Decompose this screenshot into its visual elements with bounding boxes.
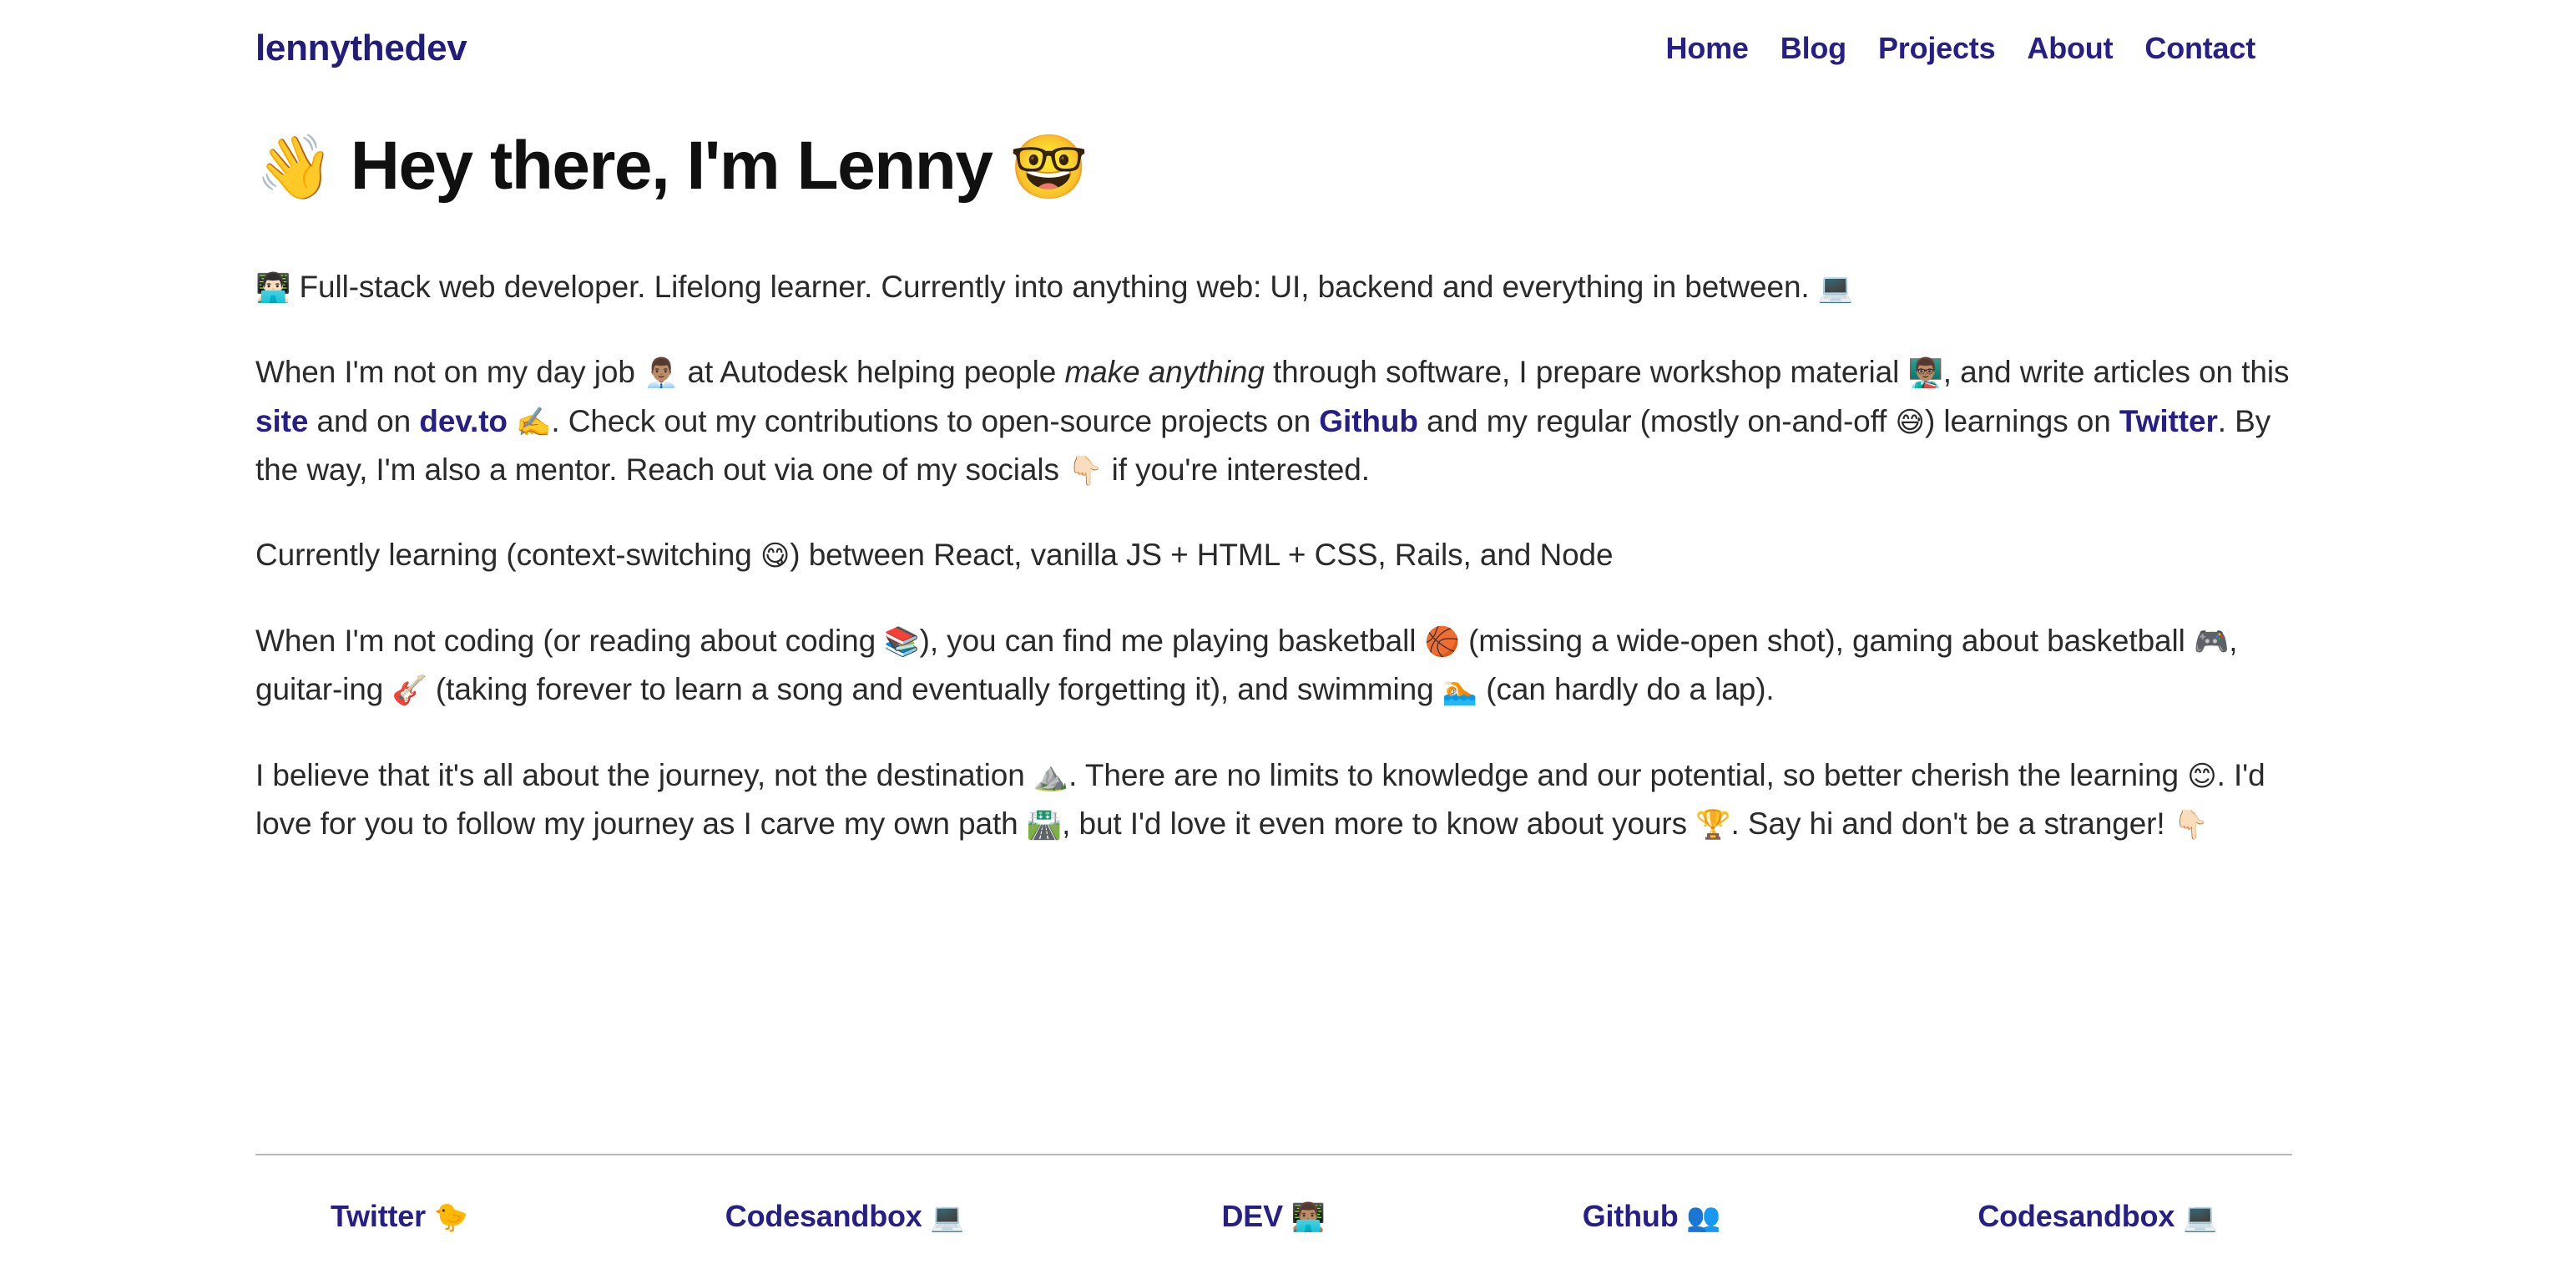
- paragraph-journey: I believe that it's all about the journe…: [255, 751, 2292, 849]
- intro-section: 👨🏻‍💻 Full-stack web developer. Lifelong …: [255, 263, 2292, 849]
- nav-link-about[interactable]: About: [2027, 31, 2113, 66]
- point-down-icon-2: 👇🏻: [2173, 808, 2210, 842]
- paragraph-intro-text: Full-stack web developer. Lifelong learn…: [299, 269, 1810, 304]
- waving-hand-icon: 👋: [255, 129, 334, 204]
- footer-link-twitter[interactable]: Twitter 🐤: [331, 1199, 468, 1234]
- p5-text-5: . Say hi and don't be a stranger!: [1730, 806, 2165, 842]
- p2-text-2: at Autodesk helping people: [687, 355, 1057, 390]
- footer-link-dev-label: DEV: [1221, 1199, 1283, 1233]
- smiling-face-icon: 😊: [2187, 759, 2217, 793]
- point-down-icon: 👇🏻: [1068, 453, 1104, 488]
- footer-link-codesandbox-2-label: Codesandbox: [1977, 1199, 2175, 1233]
- inline-link-site[interactable]: site: [255, 404, 308, 438]
- paragraph-learning: Currently learning (context-switching 😋)…: [255, 531, 2292, 579]
- p4-text-5: (taking forever to learn a song and even…: [435, 672, 1434, 707]
- trophy-icon: 🏆: [1695, 808, 1731, 842]
- p2-text-6: . Check out my contributions to open-sou…: [551, 403, 1311, 438]
- man-technologist-icon: 👨🏻‍💻: [255, 270, 291, 305]
- main-content: 👋 Hey there, I'm Lenny 🤓 👨🏻‍💻 Full-stack…: [0, 128, 2576, 849]
- p5-text-1: I believe that it's all about the journe…: [255, 757, 1025, 792]
- sweat-smile-icon: 😅: [1895, 405, 1925, 439]
- footer-link-twitter-label: Twitter: [331, 1199, 426, 1233]
- main-navigation: Home Blog Projects About Contact: [1666, 31, 2256, 66]
- footer-link-github[interactable]: Github 👥: [1583, 1199, 1721, 1234]
- mountain-icon: ⛰️: [1033, 759, 1069, 793]
- p2-text-8: ) learnings on: [1924, 403, 2111, 438]
- laptop-icon-2: 💻: [2182, 1201, 2217, 1233]
- nav-link-home[interactable]: Home: [1666, 31, 1749, 66]
- nav-link-contact[interactable]: Contact: [2144, 31, 2255, 66]
- baby-chick-icon: 🐤: [433, 1201, 468, 1233]
- footer-link-codesandbox-2[interactable]: Codesandbox 💻: [1977, 1199, 2217, 1234]
- p2-text-7: and my regular (mostly on-and-off: [1427, 403, 1887, 438]
- site-footer: Twitter 🐤 Codesandbox 💻 DEV 👨🏽‍💻 Github …: [0, 1154, 2576, 1279]
- video-game-icon: 🎮: [2193, 624, 2230, 659]
- savoring-face-icon: 😋: [760, 539, 790, 574]
- p5-text-4: , but I'd love it even more to know abou…: [1062, 806, 1688, 842]
- office-worker-icon: 👨🏽‍💼: [644, 356, 679, 391]
- page-title-text: Hey there, I'm Lenny: [350, 127, 993, 204]
- busts-in-silhouette-icon: 👥: [1686, 1201, 1721, 1233]
- paragraph-work: When I'm not on my day job 👨🏽‍💼 at Autod…: [255, 348, 2292, 494]
- footer-link-list: Twitter 🐤 Codesandbox 💻 DEV 👨🏽‍💻 Github …: [255, 1155, 2292, 1279]
- motorway-icon: 🛣️: [1026, 808, 1063, 842]
- paragraph-intro: 👨🏻‍💻 Full-stack web developer. Lifelong …: [255, 263, 2292, 311]
- p3-text-1: Currently learning (context-switching: [255, 538, 752, 573]
- teacher-icon: 👨🏽‍🏫: [1907, 356, 1943, 391]
- laptop-icon: 💻: [1817, 270, 1854, 305]
- p2-emphasis-make-anything: make anything: [1064, 355, 1265, 390]
- page-title: 👋 Hey there, I'm Lenny 🤓: [255, 128, 2292, 205]
- inline-link-twitter[interactable]: Twitter: [2119, 404, 2218, 438]
- inline-link-github[interactable]: Github: [1319, 404, 1418, 438]
- p2-text-5: and on: [316, 403, 412, 438]
- nerd-face-icon: 🤓: [1009, 129, 1088, 204]
- swimmer-icon: 🏊🏻: [1442, 674, 1478, 708]
- inline-link-devto[interactable]: dev.to: [419, 404, 508, 438]
- books-icon: 📚: [884, 624, 920, 659]
- writing-hand-icon: ✍️: [516, 405, 552, 439]
- site-brand-logo[interactable]: lennythedev: [255, 27, 467, 71]
- p4-text-6: (can hardly do a lap).: [1486, 672, 1775, 707]
- footer-link-dev[interactable]: DEV 👨🏽‍💻: [1221, 1199, 1325, 1234]
- paragraph-hobbies: When I'm not coding (or reading about co…: [255, 617, 2292, 715]
- footer-link-codesandbox-1[interactable]: Codesandbox 💻: [725, 1199, 965, 1234]
- p5-text-2: . There are no limits to knowledge and o…: [1068, 757, 2179, 792]
- p2-text-1: When I'm not on my day job: [255, 355, 635, 390]
- footer-link-github-label: Github: [1582, 1199, 1679, 1233]
- nav-link-projects[interactable]: Projects: [1878, 31, 1996, 66]
- p3-text-2: ) between React, vanilla JS + HTML + CSS…: [790, 538, 1614, 573]
- site-header: lennythedev Home Blog Projects About Con…: [0, 0, 2576, 71]
- p2-text-10: if you're interested.: [1111, 452, 1370, 487]
- p2-text-3: through software, I prepare workshop mat…: [1273, 355, 1900, 390]
- footer-link-codesandbox-1-label: Codesandbox: [725, 1199, 922, 1233]
- laptop-icon-1: 💻: [930, 1201, 965, 1233]
- p4-text-3: (missing a wide-open shot), gaming about…: [1468, 623, 2185, 658]
- guitar-icon: 🎸: [391, 674, 427, 708]
- man-technologist-icon-2: 👨🏽‍💻: [1291, 1201, 1326, 1233]
- basketball-icon: 🏀: [1424, 624, 1460, 659]
- p4-text-2: ), you can find me playing basketball: [919, 623, 1417, 658]
- page-root: lennythedev Home Blog Projects About Con…: [0, 0, 2576, 1279]
- p4-text-1: When I'm not coding (or reading about co…: [255, 623, 876, 658]
- p2-text-4: , and write articles on this: [1942, 355, 2290, 390]
- nav-link-blog[interactable]: Blog: [1780, 31, 1846, 66]
